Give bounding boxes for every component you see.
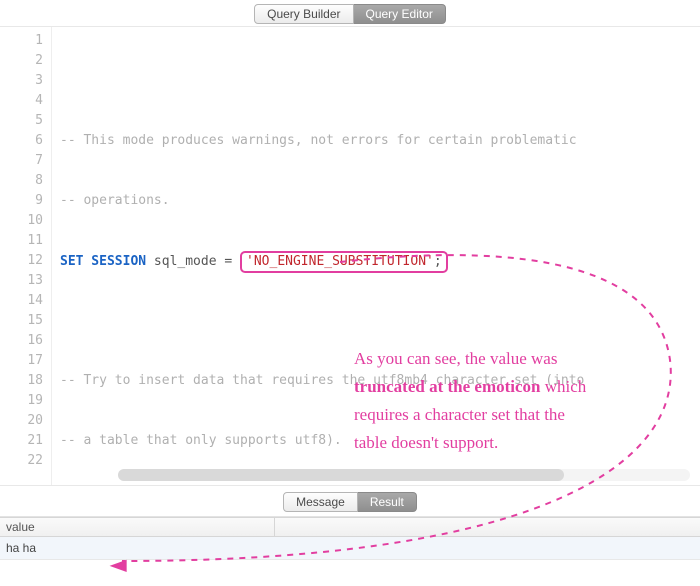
- line-number: 17: [0, 351, 43, 371]
- line-number: 6: [0, 131, 43, 151]
- line-number: 1: [0, 31, 43, 51]
- annotation-line: requires a character set that the: [354, 401, 674, 429]
- line-number: 9: [0, 191, 43, 211]
- line-number: 11: [0, 231, 43, 251]
- line-number: 12: [0, 251, 43, 271]
- code-keyword: SET SESSION: [60, 254, 146, 269]
- tab-message[interactable]: Message: [283, 492, 358, 512]
- line-number: 3: [0, 71, 43, 91]
- line-number: 10: [0, 211, 43, 231]
- editor-pane: 1 2 3 4 5 6 7 8 9 10 11 12 13 14 15 16 1…: [0, 26, 700, 486]
- code-comment: -- This mode produces warnings, not erro…: [60, 133, 577, 148]
- scrollbar-thumb[interactable]: [118, 469, 564, 481]
- top-tab-bar: Query Builder Query Editor: [0, 0, 700, 26]
- line-number: 15: [0, 311, 43, 331]
- line-number: 21: [0, 431, 43, 451]
- line-number: 13: [0, 271, 43, 291]
- line-number: 7: [0, 151, 43, 171]
- line-number: 5: [0, 111, 43, 131]
- tab-result[interactable]: Result: [358, 492, 417, 512]
- tab-query-builder[interactable]: Query Builder: [254, 4, 353, 24]
- results-pane: value ha ha: [0, 517, 700, 560]
- code-punct: ;: [434, 254, 442, 269]
- line-number: 22: [0, 451, 43, 471]
- code-string: 'NO_ENGINE_SUBSTITUTION': [246, 254, 434, 269]
- line-number: 19: [0, 391, 43, 411]
- annotation-line: As you can see, the value was: [354, 345, 674, 373]
- code-comment: -- a table that only supports utf8).: [60, 433, 342, 448]
- annotation-line: table doesn't support.: [354, 429, 674, 457]
- line-number: 8: [0, 171, 43, 191]
- results-row[interactable]: ha ha: [0, 537, 700, 560]
- line-number: 18: [0, 371, 43, 391]
- line-number: 20: [0, 411, 43, 431]
- code-comment: -- operations.: [60, 193, 170, 208]
- line-number: 2: [0, 51, 43, 71]
- tab-query-editor[interactable]: Query Editor: [354, 4, 446, 24]
- line-number: 16: [0, 331, 43, 351]
- results-column-header[interactable]: value: [0, 517, 700, 537]
- results-tab-bar: Message Result: [0, 486, 700, 517]
- handwritten-annotation: As you can see, the value was truncated …: [354, 345, 674, 457]
- highlight-sql-mode: 'NO_ENGINE_SUBSTITUTION';: [240, 251, 448, 273]
- line-gutter: 1 2 3 4 5 6 7 8 9 10 11 12 13 14 15 16 1…: [0, 27, 52, 485]
- code-ident: sql_mode =: [146, 254, 240, 269]
- annotation-line: truncated at the emoticon which: [354, 373, 674, 401]
- line-number: 4: [0, 91, 43, 111]
- line-number: 14: [0, 291, 43, 311]
- horizontal-scrollbar[interactable]: [118, 469, 690, 481]
